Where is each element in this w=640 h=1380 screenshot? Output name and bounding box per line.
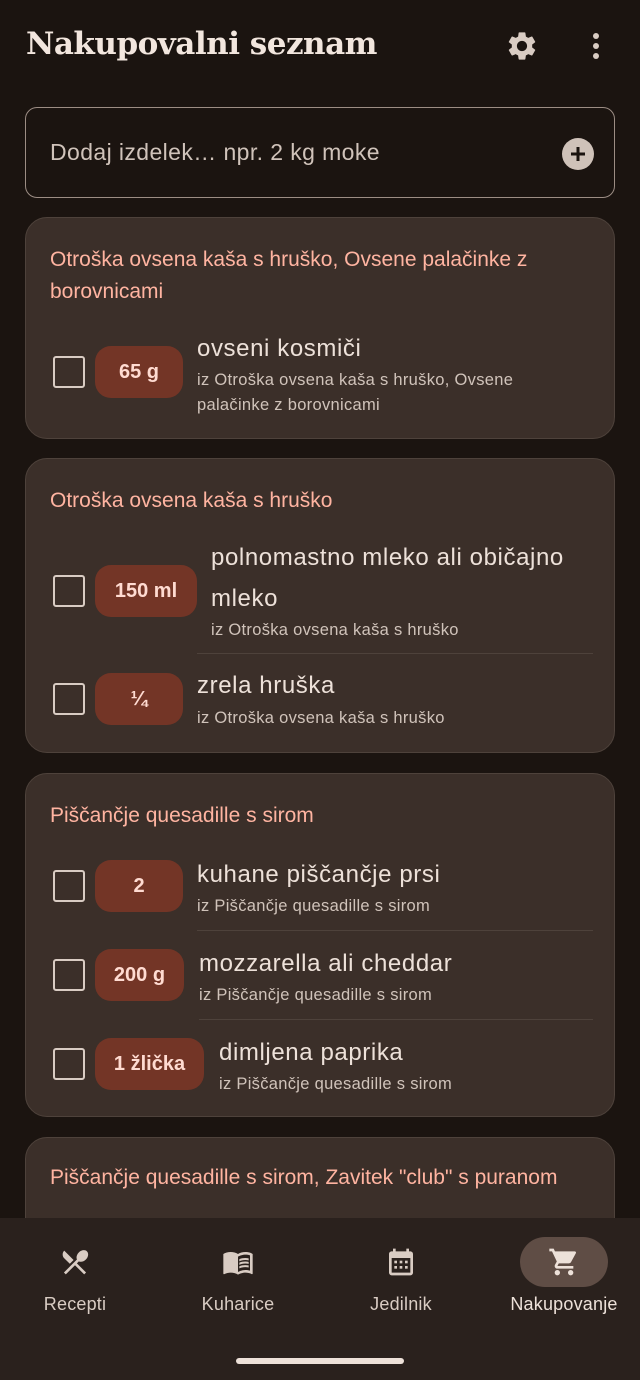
quantity-chip: 200 g <box>95 949 184 1001</box>
home-indicator <box>236 1358 404 1364</box>
item-checkbox[interactable] <box>53 575 85 607</box>
item-checkbox[interactable] <box>53 870 85 902</box>
item-source: iz Piščančje quesadille s sirom <box>219 1075 453 1093</box>
add-item-field[interactable] <box>25 107 615 198</box>
item-divider <box>199 1019 593 1020</box>
nav-item-nakupovanje[interactable]: Nakupovanje <box>484 1218 640 1338</box>
quantity-chip: 65 g <box>95 346 183 398</box>
more-vert-icon <box>593 33 599 59</box>
item-source: iz Piščančje quesadille s sirom <box>199 986 433 1004</box>
list-item: 150 ml polnomastno mleko ali običajno ml… <box>26 537 616 649</box>
settings-button[interactable] <box>500 24 544 68</box>
cart-icon <box>549 1248 577 1276</box>
nav-icon-container <box>31 1237 119 1287</box>
item-checkbox[interactable] <box>53 1048 85 1080</box>
list-item: 65 g ovseni kosmiči iz Otroška ovsena ka… <box>26 328 616 428</box>
recipe-group-card: Piščančje quesadille s sirom 2 kuhane pi… <box>25 773 615 1117</box>
top-app-bar: Nakupovalni seznam <box>0 0 640 92</box>
quantity-chip: 2 <box>95 860 183 912</box>
item-source: iz Otroška ovsena kaša s hruško <box>211 621 459 639</box>
nav-label: Kuharice <box>201 1294 275 1314</box>
item-name: dimljena paprika <box>219 1039 404 1066</box>
item-checkbox[interactable] <box>53 959 85 991</box>
item-name: zrela hruška <box>197 672 335 699</box>
more-options-button[interactable] <box>574 24 618 68</box>
quantity-chip: 1 žlička <box>95 1038 204 1090</box>
quantity-chip: ¼ <box>95 673 183 725</box>
item-divider <box>197 930 593 931</box>
item-name: ovseni kosmiči <box>197 335 362 362</box>
page-title: Nakupovalni seznam <box>26 26 377 62</box>
add-item-button[interactable] <box>562 138 594 170</box>
item-checkbox[interactable] <box>53 683 85 715</box>
nav-label: Jedilnik <box>370 1294 432 1314</box>
item-name: mozzarella ali cheddar <box>199 950 453 977</box>
group-title: Piščančje quesadille s sirom, Zavitek "c… <box>50 1166 558 1189</box>
group-title: Otroška ovsena kaša s hruško, Ovsene pal… <box>50 248 528 303</box>
item-source: iz Otroška ovsena kaša s hruško <box>197 709 445 727</box>
nav-label: Recepti <box>43 1294 107 1314</box>
list-item: 2 kuhane piščančje prsi iz Piščančje que… <box>26 854 616 924</box>
item-source: iz Otroška ovsena kaša s hruško, Ovsene … <box>197 371 514 414</box>
calendar-icon <box>389 1248 413 1276</box>
add-circle-icon <box>571 147 585 161</box>
nav-item-recepti[interactable]: Recepti <box>0 1218 155 1338</box>
list-item: ¼ zrela hruška iz Otroška ovsena kaša s … <box>26 664 616 734</box>
list-item: 1 žlička dimljena paprika iz Piščančje q… <box>26 1032 616 1102</box>
gear-icon <box>508 32 536 60</box>
group-title: Piščančje quesadille s sirom <box>50 804 314 827</box>
recipe-group-card: Otroška ovsena kaša s hruško, Ovsene pal… <box>25 217 615 439</box>
item-divider <box>197 653 593 654</box>
bottom-navigation: Recepti Kuharice Jedilnik Nakupovanje <box>0 1218 640 1380</box>
quantity-chip: 150 ml <box>95 565 197 617</box>
nav-icon-container <box>194 1237 282 1287</box>
group-title: Otroška ovsena kaša s hruško <box>50 489 333 512</box>
list-item: 200 g mozzarella ali cheddar iz Piščančj… <box>26 943 616 1013</box>
item-name: polnomastno mleko ali običajno mleko <box>211 544 564 612</box>
nav-item-kuharice[interactable]: Kuharice <box>158 1218 318 1338</box>
nav-item-jedilnik[interactable]: Jedilnik <box>321 1218 481 1338</box>
item-checkbox[interactable] <box>53 356 85 388</box>
shopping-list-screen: Nakupovalni seznam Otroška ovsena ka <box>0 0 640 1380</box>
add-item-input[interactable] <box>26 108 614 197</box>
nav-icon-container <box>357 1237 445 1287</box>
nav-icon-container <box>520 1237 608 1287</box>
nav-label: Nakupovanje <box>510 1294 618 1314</box>
item-source: iz Piščančje quesadille s sirom <box>197 897 431 915</box>
fork-spoon-icon <box>62 1250 89 1275</box>
recipe-group-card: Otroška ovsena kaša s hruško 150 ml poln… <box>25 458 615 753</box>
item-name: kuhane piščančje prsi <box>197 861 441 888</box>
book-icon <box>223 1252 253 1275</box>
